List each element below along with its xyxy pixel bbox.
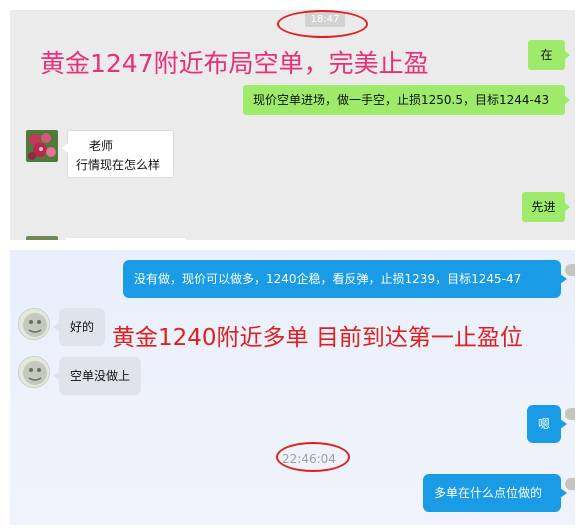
user-avatar-icon xyxy=(565,408,575,420)
message-incoming[interactable]: 老师 行情现在怎么样 xyxy=(62,130,174,178)
annotation-short-entry: 黄金1247附近布局空单，完美止盈 xyxy=(40,49,429,78)
user-avatar-icon[interactable] xyxy=(18,356,50,388)
message-outgoing[interactable]: 先进 xyxy=(522,192,570,222)
qq-chat-panel: 没有做，现价可以做多，1240企稳，看反弹，止损1239，目标1245-47 好… xyxy=(10,250,575,525)
user-avatar-icon xyxy=(565,478,575,490)
message-outgoing[interactable]: 在 xyxy=(528,40,570,70)
annotation-long-entry: 黄金1240附近多单 目前到达第一止盈位 xyxy=(112,325,523,351)
message-incoming[interactable]: 好的 xyxy=(52,308,106,346)
message-incoming[interactable]: 空单没做上 xyxy=(52,357,142,395)
message-incoming-partial xyxy=(66,238,186,240)
timestamp-highlight-circle xyxy=(276,442,350,472)
wechat-chat-panel: 18:47 黄金1247附近布局空单，完美止盈 在 现价空单进场，做一手空，止损… xyxy=(10,10,575,240)
message-outgoing[interactable]: 现价空单进场，做一手空，止损1250.5，目标1244-43 xyxy=(243,85,570,115)
message-text: 行情现在怎么样 xyxy=(76,158,161,172)
message-sender-name: 老师 xyxy=(89,139,114,153)
timestamp-highlight-circle xyxy=(277,10,368,38)
flower-avatar-icon xyxy=(26,236,58,240)
user-avatar-icon[interactable] xyxy=(18,308,50,340)
message-outgoing[interactable]: 嗯 xyxy=(527,405,567,443)
message-outgoing[interactable]: 没有做，现价可以做多，1240企稳，看反弹，止损1239，目标1245-47 xyxy=(123,260,567,298)
user-avatar-icon xyxy=(565,264,575,276)
message-outgoing[interactable]: 多单在什么点位做的 xyxy=(423,474,567,512)
flower-avatar-icon[interactable] xyxy=(26,130,58,162)
